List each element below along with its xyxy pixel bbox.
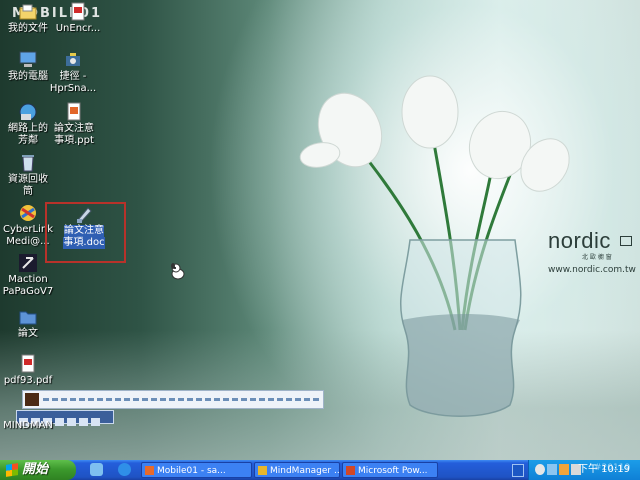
browser-icon: [145, 466, 154, 475]
icon-label: 筒: [23, 186, 33, 197]
windows-logo-icon: [6, 463, 18, 477]
icon-label: 資源回收: [8, 174, 48, 185]
desktop-icon-unencrypted-pdf[interactable]: UnEncr...: [50, 2, 106, 35]
task-label: MindManager ...: [270, 466, 340, 476]
icon-label: 事項.doc: [63, 237, 105, 249]
word-document-icon: [74, 204, 94, 224]
toolbar-button-icon[interactable]: [55, 418, 64, 426]
icon-label: 論文注意: [54, 123, 94, 134]
taskbar-item-browser[interactable]: Mobile01 - sa...: [141, 462, 252, 478]
tray-network-icon[interactable]: [547, 464, 557, 475]
tray-clock-icon[interactable]: [535, 464, 545, 475]
toolbar-button-icon[interactable]: [67, 418, 76, 426]
papago-icon: [18, 253, 38, 273]
toolbar-button-icon[interactable]: [91, 418, 100, 426]
brand-subtitle: 北 歐 櫥 窗: [582, 254, 612, 261]
task-label: Microsoft Pow...: [358, 466, 428, 476]
pdf-file-icon: [18, 354, 38, 374]
quicklaunch-desktop-icon[interactable]: [90, 463, 103, 476]
icon-label: pdf93.pdf: [3, 375, 53, 386]
desktop-icon-mindman[interactable]: MINDMAN: [0, 420, 56, 432]
icon-label: UnEncr...: [55, 23, 101, 34]
icon-label: 我的文件: [8, 23, 48, 34]
desktop-icon-recycle-bin[interactable]: 資源回收 筒: [0, 153, 56, 198]
recycle-bin-icon: [18, 153, 38, 173]
taskbar-item-mindmanager[interactable]: MindManager ...: [254, 462, 340, 478]
tray-watermark: #20119: [594, 463, 631, 473]
start-label: 開始: [22, 462, 49, 477]
icon-label: 論文: [18, 328, 38, 339]
icon-label: 捷徑 -: [59, 71, 87, 82]
nordic-brand: nordic 北 歐 櫥 窗 www.nordic.com.tw: [548, 228, 636, 275]
brand-url: www.nordic.com.tw: [548, 265, 636, 275]
icon-label: 論文注意: [64, 225, 104, 237]
powerpoint-icon: [346, 466, 355, 475]
progress-thumbnail: [25, 393, 39, 406]
task-label: Mobile01 - sa...: [157, 466, 226, 476]
desktop-icon-thesis-ppt[interactable]: 論文注意 事項.ppt: [46, 102, 102, 147]
taskbar: 開始 Mobile01 - sa... MindManager ... Micr…: [0, 460, 640, 480]
desktop-icon-thesis-doc[interactable]: 論文注意 事項.doc: [48, 204, 120, 249]
powerpoint-file-icon: [64, 102, 84, 122]
flag-icon: [620, 236, 632, 246]
desktop: MOBILE01 nordic 北 歐 櫥 窗 www.nordic.com.t…: [0, 0, 640, 460]
icon-label: PaPaGoV7: [2, 286, 54, 297]
desktop-icon-pdf93[interactable]: pdf93.pdf: [0, 354, 56, 387]
camera-shortcut-icon: [63, 50, 83, 70]
desktop-icon-papago[interactable]: Maction PaPaGoV7: [0, 253, 56, 298]
icon-label: 事項.ppt: [54, 135, 94, 146]
floating-progress-bar[interactable]: [22, 390, 324, 409]
mindmanager-icon: [258, 466, 267, 475]
icon-label: MINDMAN: [3, 420, 53, 431]
start-button[interactable]: 開始: [0, 460, 76, 480]
desktop-icon-thesis-folder[interactable]: 論文: [0, 307, 56, 340]
pdf-file-icon: [68, 2, 88, 22]
tray-volume-icon[interactable]: [559, 464, 569, 475]
toolbar-button-icon[interactable]: [79, 418, 88, 426]
desktop-pet-dog-icon[interactable]: [168, 262, 188, 282]
quicklaunch-ie-icon[interactable]: [118, 463, 131, 476]
folder-documents-icon: [18, 2, 38, 22]
computer-icon: [18, 50, 38, 70]
desktop-icon-my-documents[interactable]: 我的文件: [0, 2, 56, 35]
language-bar-icon[interactable]: [512, 464, 524, 477]
icon-label: HprSna...: [49, 83, 97, 94]
cyberlink-icon: [18, 203, 38, 223]
folder-icon: [18, 307, 38, 327]
taskbar-item-powerpoint[interactable]: Microsoft Pow...: [342, 462, 438, 478]
desktop-icon-hprsnap-shortcut[interactable]: 捷徑 - HprSna...: [45, 50, 101, 95]
progress-ticks: [43, 398, 319, 401]
network-icon: [18, 102, 38, 122]
icon-label: Maction: [8, 274, 48, 285]
